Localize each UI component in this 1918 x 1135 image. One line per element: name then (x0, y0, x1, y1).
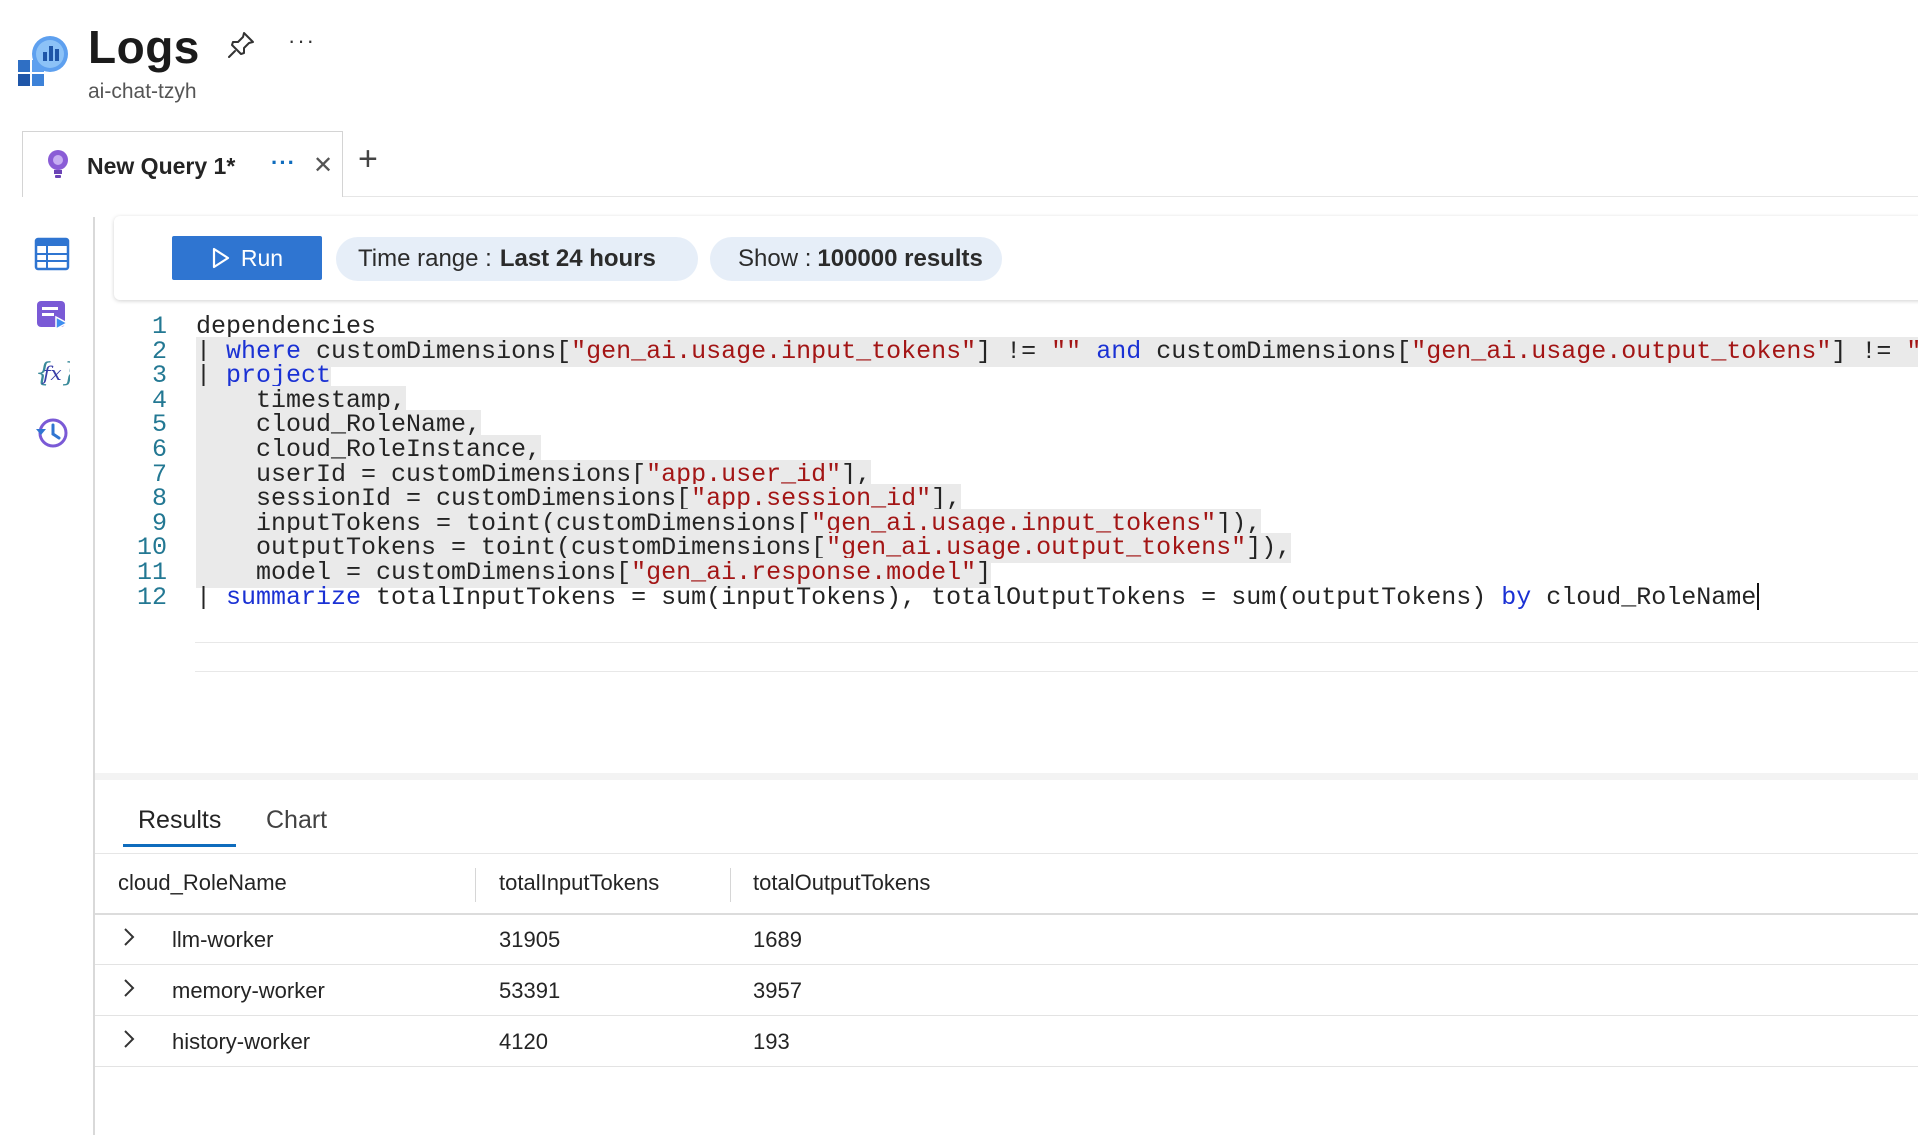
more-options-icon[interactable]: ··· (288, 28, 316, 54)
text-cursor (1757, 583, 1760, 611)
table-cell: 3957 (753, 978, 802, 1003)
keyword-token: summarize (226, 582, 362, 612)
chevron-right-icon[interactable] (121, 926, 137, 948)
column-header-cloud-rolename[interactable]: cloud_RoleName (118, 870, 287, 896)
tab-results[interactable]: Results (138, 806, 221, 835)
code-text: | summarize totalInputTokens = sum(input… (196, 582, 1760, 613)
column-divider[interactable] (730, 868, 731, 902)
tab-chart[interactable]: Chart (266, 806, 327, 835)
column-divider[interactable] (475, 868, 476, 902)
query-bulb-icon (48, 150, 68, 178)
table-row[interactable]: history-worker 4120 193 (95, 1016, 1918, 1067)
result-limit-picker[interactable]: Show : 100000 results (710, 237, 1002, 281)
show-value: 100000 results (817, 245, 983, 272)
table-row[interactable]: memory-worker 53391 3957 (95, 965, 1918, 1016)
time-range-picker[interactable]: Time range : Last 24 hours (336, 237, 698, 281)
chevron-right-icon[interactable] (121, 1028, 137, 1050)
results-divider (95, 853, 1918, 854)
play-icon (212, 247, 229, 269)
functions-icon[interactable]: { fx } (34, 354, 70, 390)
logs-analytics-icon (18, 36, 68, 86)
svg-text:fx: fx (41, 361, 62, 385)
table-cell: llm-worker (172, 927, 274, 952)
tab-close-icon[interactable]: ✕ (313, 151, 333, 180)
table-cell: 53391 (499, 978, 561, 1003)
column-header-totaloutputtokens[interactable]: totalOutputTokens (753, 870, 930, 896)
keyword-token: by (1501, 582, 1532, 612)
tab-new-query-1[interactable]: New Query 1* ··· ✕ (22, 131, 343, 197)
show-label: Show : (738, 245, 812, 272)
resource-name: ai-chat-tzyh (88, 80, 197, 103)
run-button[interactable]: Run (172, 236, 322, 280)
add-tab-button[interactable]: + (358, 140, 378, 179)
query-toolbar: Run Time range : Last 24 hours Show : 10… (114, 216, 1918, 300)
history-icon[interactable] (34, 415, 70, 451)
run-label: Run (240, 244, 284, 271)
current-line-highlight (195, 642, 1918, 672)
table-cell: 193 (753, 1029, 790, 1054)
time-range-label: Time range : (358, 245, 492, 272)
table-cell: 1689 (753, 927, 802, 952)
tab-more-icon[interactable]: ··· (271, 150, 296, 176)
code-line[interactable]: 12 | summarize totalInputTokens = sum(inp… (95, 583, 1918, 613)
pane-splitter[interactable] (95, 773, 1918, 780)
table-cell: 4120 (499, 1029, 548, 1054)
table-row[interactable]: llm-worker 31905 1689 (95, 914, 1918, 965)
active-tab-indicator (123, 844, 236, 847)
svg-text:}: } (62, 358, 70, 388)
queries-icon[interactable] (34, 297, 70, 333)
pin-icon[interactable] (226, 30, 256, 60)
column-header-totalinputtokens[interactable]: totalInputTokens (499, 870, 659, 896)
query-editor[interactable]: 1 dependencies 2 | where customDimensions["… (95, 312, 1918, 772)
grid-header: cloud_RoleName totalInputTokens totalOut… (95, 856, 1918, 915)
page-title: Logs (88, 21, 200, 73)
line-number: 12 (136, 582, 167, 612)
table-cell: memory-worker (172, 978, 325, 1003)
chevron-right-icon[interactable] (121, 977, 137, 999)
time-range-value: Last 24 hours (499, 245, 656, 272)
table-cell: history-worker (172, 1029, 311, 1054)
tab-label: New Query 1* (87, 153, 236, 179)
table-cell: 31905 (499, 927, 561, 952)
tables-icon[interactable] (34, 236, 70, 272)
